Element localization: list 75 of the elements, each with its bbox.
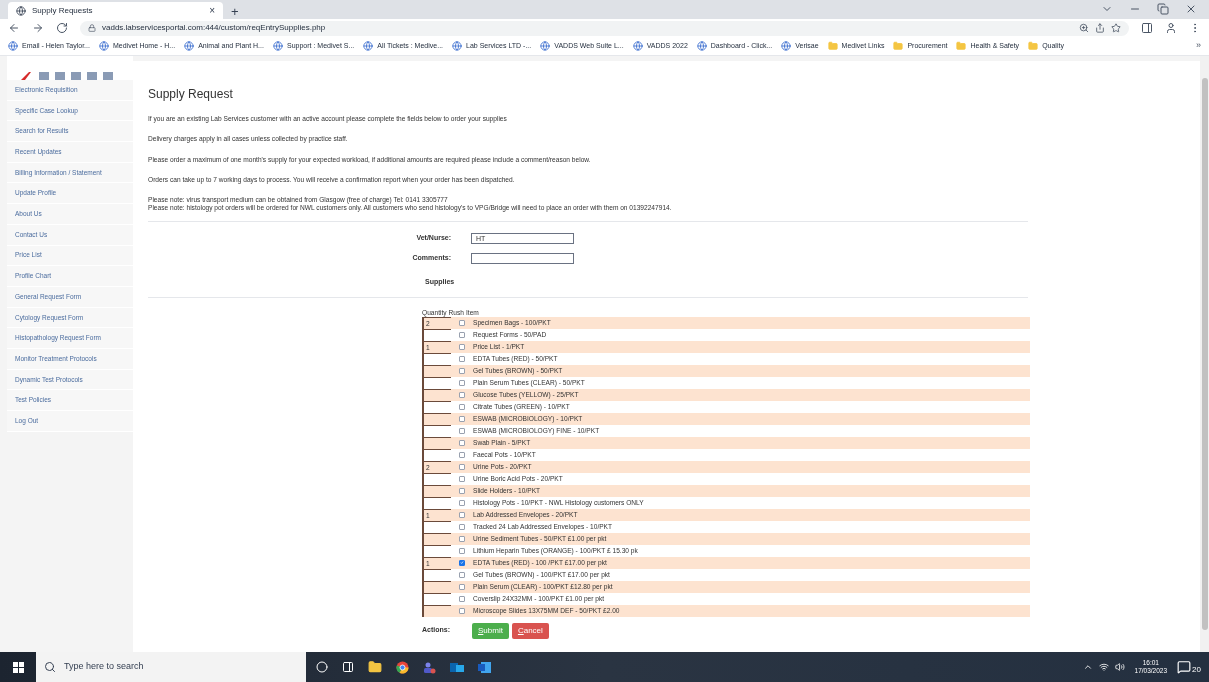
check-icon (460, 560, 464, 566)
rush-checkbox[interactable] (459, 379, 465, 386)
rush-checkbox[interactable] (459, 451, 465, 458)
text-field[interactable] (471, 253, 574, 265)
search-field[interactable]: Type here to search (36, 652, 306, 682)
rush-checkbox[interactable] (459, 487, 465, 494)
folder-icon (956, 41, 967, 51)
folder-icon (1028, 41, 1039, 51)
address-field[interactable]: vadds.labservicesportal.com:444/custom/reqEntrySupplies.php (80, 20, 1129, 36)
restore-icon[interactable] (1157, 3, 1169, 15)
rush-checkbox[interactable] (459, 415, 465, 422)
rush-checkbox[interactable] (459, 475, 465, 482)
close-tab-button[interactable]: × (209, 3, 215, 18)
search-icon (44, 661, 56, 673)
globe-icon (98, 41, 109, 51)
network-icon[interactable] (1098, 662, 1109, 672)
rush-checkbox[interactable] (459, 523, 465, 530)
rush-checkbox[interactable] (459, 559, 465, 566)
cancel-button[interactable]: Cancel (511, 622, 549, 639)
rush-checkbox[interactable] (459, 535, 465, 542)
document-icon[interactable] (478, 660, 491, 674)
browser-tab[interactable]: Supply Requests × (8, 2, 223, 19)
rush-checkbox[interactable] (459, 403, 465, 410)
rush-checkbox[interactable] (459, 463, 465, 470)
folder-icon[interactable] (368, 660, 382, 674)
rush-checkbox[interactable] (459, 547, 465, 554)
task-view-icon[interactable] (342, 661, 354, 673)
lock-icon (88, 24, 96, 32)
forward-icon[interactable] (32, 22, 44, 34)
people-icon[interactable] (423, 660, 436, 674)
rush-checkbox[interactable] (459, 511, 465, 518)
globe-icon (781, 41, 792, 51)
tab-title: Supply Requests (32, 4, 94, 17)
page-title: Supply Request (148, 88, 234, 100)
circle-icon[interactable] (316, 661, 328, 673)
rush-checkbox[interactable] (459, 319, 465, 326)
globe-icon (184, 41, 195, 51)
rush-checkbox[interactable] (459, 343, 465, 350)
rush-checkbox[interactable] (459, 391, 465, 398)
rush-checkbox[interactable] (459, 499, 465, 506)
globe-icon (632, 41, 643, 51)
rush-checkbox[interactable] (459, 367, 465, 374)
rush-checkbox[interactable] (459, 583, 465, 590)
new-tab-button[interactable]: + (231, 5, 239, 18)
chevron-icon[interactable] (1082, 662, 1093, 672)
globe-icon (696, 41, 707, 51)
reload-icon[interactable] (56, 22, 68, 34)
windows-icon[interactable] (12, 661, 24, 673)
rush-checkbox[interactable] (459, 571, 465, 578)
url-text: vadds.labservicesportal.com:444/custom/reqEntrySupplies.php (102, 22, 326, 34)
globe-icon (452, 41, 463, 51)
rush-checkbox[interactable] (459, 595, 465, 602)
mail-icon[interactable] (450, 660, 464, 674)
globe-icon (272, 41, 283, 51)
share-icon[interactable] (1095, 23, 1105, 33)
back-icon[interactable] (8, 22, 20, 34)
browser-icon[interactable] (396, 660, 409, 674)
rush-checkbox[interactable] (459, 439, 465, 446)
globe-icon (540, 41, 551, 51)
rush-checkbox[interactable] (459, 355, 465, 362)
zoom-icon[interactable] (1079, 23, 1089, 33)
more-bookmarks-button[interactable]: » (1196, 39, 1201, 53)
rush-checkbox[interactable] (459, 607, 465, 614)
globe-icon (8, 41, 18, 51)
speaker-icon[interactable] (1114, 662, 1125, 672)
rush-checkbox[interactable] (459, 331, 465, 338)
folder-icon (893, 41, 904, 51)
star-icon[interactable] (1111, 23, 1121, 33)
rush-checkbox[interactable] (459, 427, 465, 434)
globe-icon (16, 5, 26, 16)
sidebar-icon[interactable] (1141, 22, 1153, 34)
close-icon[interactable] (1185, 3, 1197, 15)
profile-icon[interactable] (1165, 22, 1177, 34)
globe-icon (363, 41, 374, 51)
folder-icon (827, 41, 838, 51)
